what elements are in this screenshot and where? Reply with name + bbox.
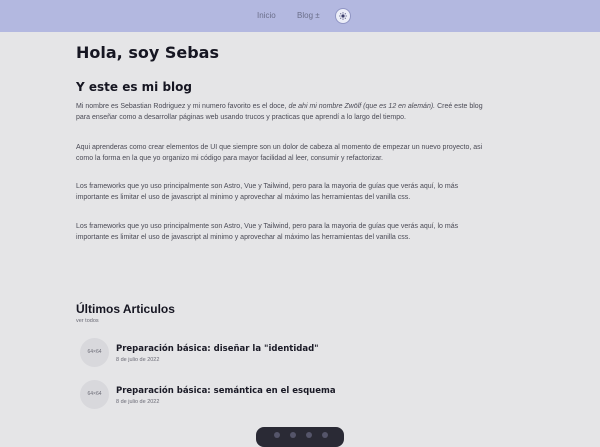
article-card[interactable]: 64×64 Preparación básica: semántica en e… <box>80 380 500 410</box>
page-title: Hola, soy Sebas <box>76 43 219 62</box>
about-paragraph-4: Los frameworks que yo uso principalmente… <box>76 223 459 241</box>
about-paragraph-1: Mi nombre es Sebastian Rodriguez y mi nu… <box>76 102 488 123</box>
about-paragraph-2: Aqui aprenderas como crear elementos de … <box>76 144 483 162</box>
article-thumbnail: 64×64 <box>80 338 109 367</box>
dock-item-icon[interactable] <box>322 432 328 438</box>
article-thumbnail: 64×64 <box>80 380 109 409</box>
top-navbar: Inicio Blog ± <box>0 0 600 32</box>
article-title[interactable]: Preparación básica: semántica en el esqu… <box>116 386 336 396</box>
theme-toggle-button[interactable] <box>335 8 351 24</box>
about-p1-text: Mi nombre es Sebastian Rodriguez y mi nu… <box>76 103 289 110</box>
nav-link-inicio[interactable]: Inicio <box>257 11 276 20</box>
about-p1-italic: de ahi mi nombre Zwölf (que es 12 en ale… <box>288 103 436 110</box>
see-all-link[interactable]: ver todos <box>76 318 99 324</box>
blog-subtitle: Y este es mi blog <box>76 80 192 94</box>
articles-heading: Últimos Articulos <box>76 302 175 316</box>
bottom-dock <box>256 427 344 447</box>
article-date: 8 de julio de 2022 <box>116 357 160 363</box>
article-card[interactable]: 64×64 Preparación básica: diseñar la "id… <box>80 338 500 368</box>
dock-item-icon[interactable] <box>274 432 280 438</box>
article-date: 8 de julio de 2022 <box>116 399 160 405</box>
article-title[interactable]: Preparación básica: diseñar la "identida… <box>116 344 319 354</box>
sun-icon <box>339 12 347 20</box>
dock-item-icon[interactable] <box>306 432 312 438</box>
about-paragraph-3: Los frameworks que yo uso principalmente… <box>76 183 459 201</box>
nav-link-blog[interactable]: Blog ± <box>297 11 320 20</box>
dock-item-icon[interactable] <box>290 432 296 438</box>
